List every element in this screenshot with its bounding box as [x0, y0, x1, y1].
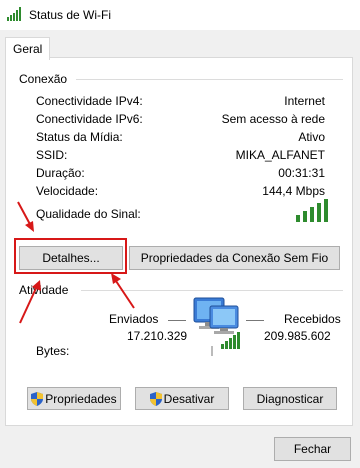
- network-computer-icon: [193, 297, 240, 356]
- sent-value: 17.210.329: [127, 329, 188, 343]
- ipv4-value: Internet: [284, 94, 325, 108]
- annotation-arrow-icon: [17, 201, 34, 232]
- ipv6-label: Conectividade IPv6:: [36, 112, 143, 126]
- tab-strip: Geral: [0, 30, 360, 60]
- disable-button-label: Desativar: [163, 391, 215, 406]
- speed-label: Velocidade:: [36, 184, 99, 198]
- media-status-value: Ativo: [298, 130, 325, 144]
- details-button[interactable]: Detalhes...: [19, 246, 123, 270]
- ssid-value: MIKA_ALFANET: [235, 148, 325, 162]
- general-panel: Conexão Conectividade IPv4: Internet Con…: [5, 57, 353, 426]
- received-line: [246, 320, 264, 321]
- wireless-properties-label: Propriedades da Conexão Sem Fio: [140, 251, 329, 265]
- sent-label: Enviados: [109, 312, 159, 326]
- signal-strength-icon: [296, 199, 328, 222]
- title-bar: Status de Wi-Fi: [0, 0, 360, 30]
- disable-button[interactable]: Desativar: [135, 387, 229, 410]
- window-title: Status de Wi-Fi: [29, 8, 112, 22]
- ipv6-value: Sem acesso à rede: [221, 112, 325, 126]
- signal-quality-label: Qualidade do Sinal:: [36, 207, 141, 221]
- sent-line: [168, 320, 186, 321]
- ssid-label: SSID:: [36, 148, 68, 162]
- annotation-arrow-icon: [19, 280, 41, 324]
- tab-geral[interactable]: Geral: [5, 37, 50, 60]
- properties-button-label: Propriedades: [45, 391, 117, 406]
- close-button[interactable]: Fechar: [274, 437, 351, 461]
- duration-value: 00:31:31: [278, 166, 325, 180]
- wifi-signal-icon: [7, 7, 21, 21]
- speed-value: 144,4 Mbps: [262, 184, 325, 198]
- close-button-label: Fechar: [293, 442, 332, 456]
- bytes-label: Bytes:: [36, 344, 70, 358]
- annotation-arrow-icon: [111, 273, 135, 309]
- diagnose-button-label: Diagnosticar: [256, 391, 324, 406]
- diagnose-button[interactable]: Diagnosticar: [243, 387, 337, 410]
- properties-button[interactable]: Propriedades: [27, 387, 121, 410]
- duration-label: Duração:: [36, 166, 85, 180]
- connection-group-title: Conexão: [19, 72, 74, 86]
- ipv4-label: Conectividade IPv4:: [36, 94, 143, 108]
- connection-divider: [76, 79, 343, 80]
- received-value: 209.985.602: [264, 329, 331, 343]
- admin-shield-icon: [31, 391, 44, 406]
- wireless-properties-button[interactable]: Propriedades da Conexão Sem Fio: [129, 246, 340, 270]
- admin-shield-icon: [149, 391, 162, 406]
- received-label: Recebidos: [284, 312, 341, 326]
- media-status-label: Status da Mídia:: [36, 130, 123, 144]
- details-button-label: Detalhes...: [42, 251, 100, 265]
